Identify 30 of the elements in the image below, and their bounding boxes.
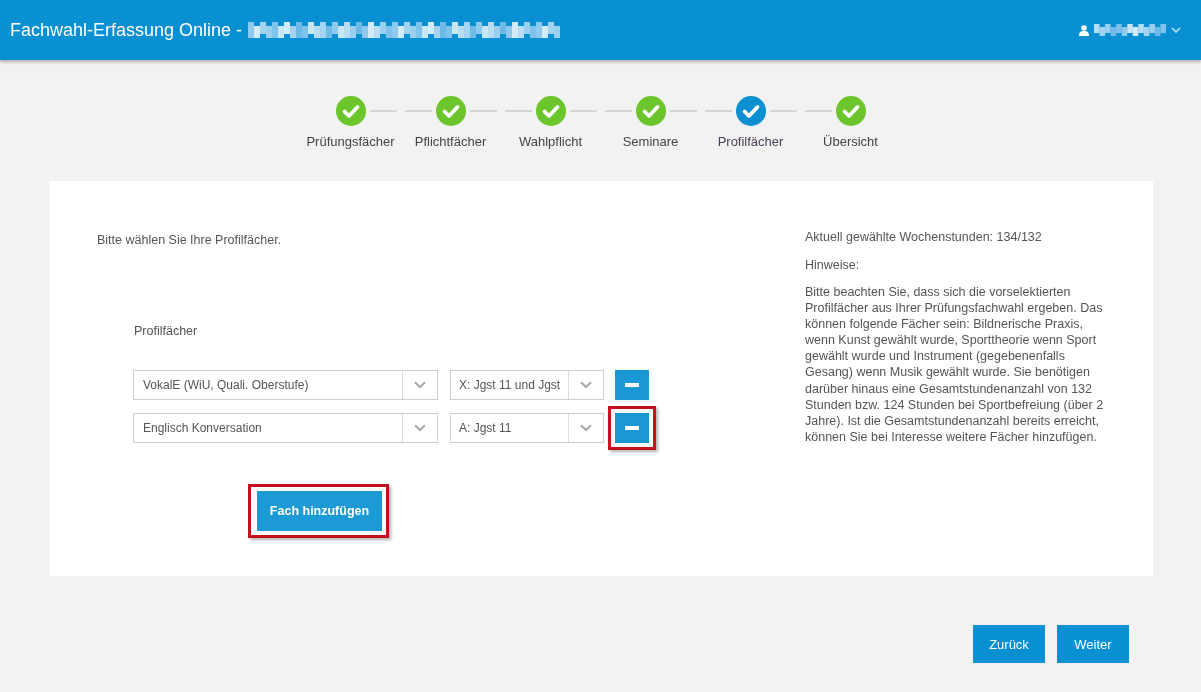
hours-text: Aktuell gewählte Wochenstunden: 134/132 xyxy=(805,229,1043,245)
notes-text: Bitte beachten Sie, dass sich die vorselektierten Profilfächer aus Ihrer Prüfungsfachwahl ergeben. Das können folgende Fächer sein: Bildnerische Praxis, wenn Kunst gewählt wurde, Sporttheorie wenn Sport gewählt wurde und Instrument (gegebenenfalls Gesang) wenn Musik gewählt wurde. Sie benötigen darüber hinaus eine Gesamtstundenanzahl von 132 Stunden bzw. 124 Stunden bei Sportbefreiung (über 2 Jahre). Ist die Gesamtstundenanzahl bereits erreicht, können Sie bei Interesse weitere Fächer hinzufügen. xyxy=(805,284,1105,445)
section-label: Profilfächer xyxy=(134,323,198,339)
nav-button[interactable]: Zurück xyxy=(973,625,1045,663)
subject-select[interactable]: VokalE (WiU, Quali. Oberstufe) xyxy=(133,370,438,400)
period-select[interactable]: A: Jgst 11 xyxy=(450,413,604,443)
step-label[interactable]: Profilfächer xyxy=(717,134,784,149)
chevron-down-icon xyxy=(414,381,426,389)
subject-select[interactable]: Englisch Konversation xyxy=(133,413,438,443)
instruction-text: Bitte wählen Sie Ihre Profilfächer. xyxy=(97,232,282,248)
step-label[interactable]: Seminare xyxy=(622,134,679,149)
period-select[interactable]: X: Jgst 11 und Jgst xyxy=(450,370,604,400)
chevron-down-icon xyxy=(580,424,592,432)
step-label[interactable]: Prüfungsfächer xyxy=(306,134,395,149)
notes-heading: Hinweise: xyxy=(805,257,861,273)
nav-button[interactable]: Weiter xyxy=(1057,625,1129,663)
remove-button[interactable] xyxy=(615,413,649,443)
minus-icon xyxy=(625,383,639,387)
app-title: Fachwahl-Erfassung Online - xyxy=(10,19,243,41)
user-icon xyxy=(1079,24,1089,36)
chevron-down-icon xyxy=(580,381,592,389)
remove-button[interactable] xyxy=(615,370,649,400)
pixelated-block xyxy=(1094,24,1166,36)
chevron-down-icon xyxy=(1171,27,1181,33)
chevron-down-icon xyxy=(414,424,426,432)
minus-icon xyxy=(625,426,639,430)
step-label[interactable]: Wahlpflicht xyxy=(518,134,583,149)
step-label[interactable]: Übersicht xyxy=(823,134,878,149)
user-menu[interactable] xyxy=(1079,22,1181,38)
step-label[interactable]: Pflichtfächer xyxy=(414,134,487,149)
